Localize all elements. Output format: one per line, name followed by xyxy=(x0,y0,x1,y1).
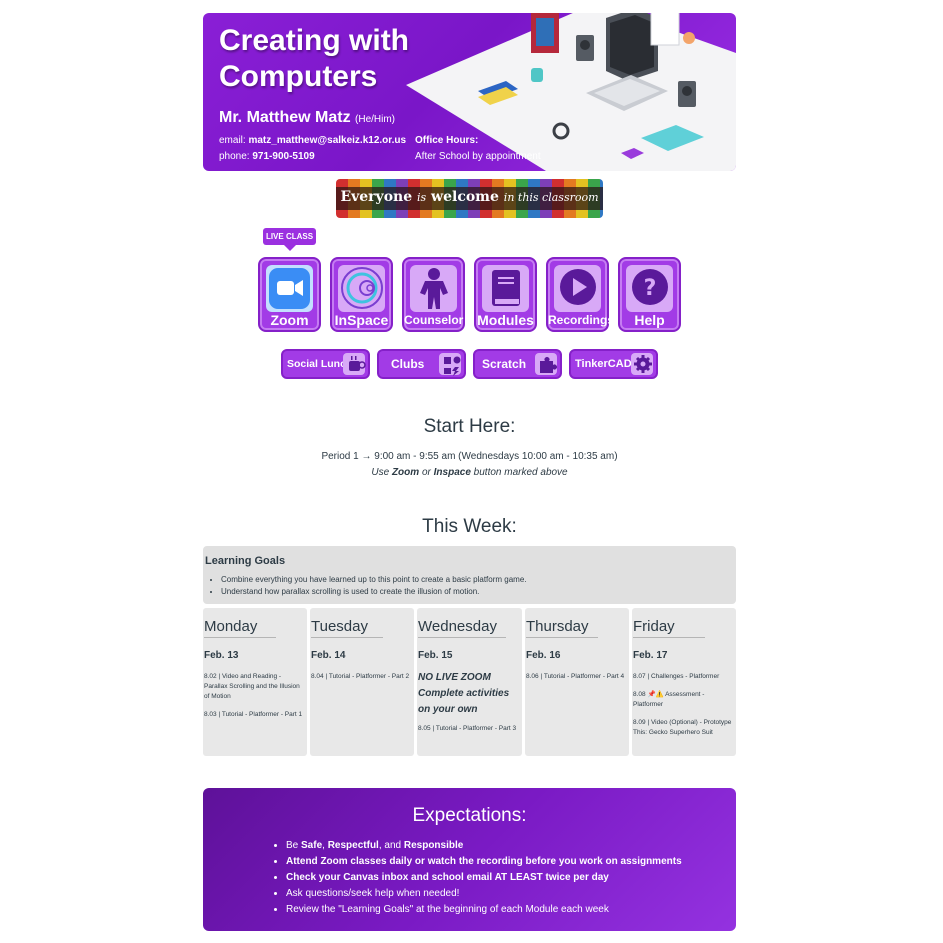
day-wednesday: Wednesday Feb. 15 NO LIVE ZOOM Complete … xyxy=(417,608,522,756)
day-date: Feb. 16 xyxy=(526,650,561,661)
welcome-word-welcome: welcome xyxy=(431,189,499,205)
day-date: Feb. 17 xyxy=(633,650,668,661)
welcome-word-everyone: Everyone xyxy=(340,189,413,205)
day-date: Feb. 14 xyxy=(311,650,346,661)
assignment-link[interactable]: 8.04 | Tutorial - Platformer - Part 2 xyxy=(311,672,410,682)
email-label: email: xyxy=(219,135,246,146)
day-tuesday: Tuesday Feb. 14 8.04 | Tutorial - Platfo… xyxy=(310,608,414,756)
expectations-box: Expectations: Be Safe, Respectful, and R… xyxy=(203,788,736,931)
scratch-button[interactable]: Scratch xyxy=(473,349,562,379)
contact-info: email: matz_matthew@salkeiz.k12.or.us ph… xyxy=(219,133,406,165)
svg-text:?: ? xyxy=(644,276,657,301)
use-prefix: Use xyxy=(371,467,390,478)
puzzle-heart-icon xyxy=(444,356,461,376)
puzzle-piece-icon xyxy=(540,357,557,373)
recordings-button[interactable]: Recordings xyxy=(546,257,615,332)
day-date: Feb. 15 xyxy=(418,650,453,661)
assignment-link[interactable]: 8.08 📌⚠️ Assessment - Platformer xyxy=(633,690,732,710)
start-instructions: Use Zoom or Inspace button marked above xyxy=(203,467,736,478)
no-live-zoom-note: NO LIVE ZOOM Complete activities on your… xyxy=(418,672,510,715)
use-suffix: button marked above xyxy=(473,467,568,478)
learning-goals-list: Combine everything you have learned up t… xyxy=(221,574,527,598)
live-class-tag: LIVE CLASS xyxy=(263,228,316,251)
expectations-list: Be Safe, Respectful, and Responsible Att… xyxy=(286,838,682,918)
assignment-link[interactable]: 8.06 | Tutorial - Platformer - Part 4 xyxy=(526,672,625,682)
expectation-item: Be Safe, Respectful, and Responsible xyxy=(286,838,682,854)
welcome-word-classroom: in this classroom xyxy=(503,191,599,204)
office-hours: Office Hours: After School by appointmen… xyxy=(415,133,541,165)
tinkercad-button[interactable]: TinkerCAD xyxy=(569,349,658,379)
teacher-name: Mr. Matthew Matz xyxy=(219,109,351,126)
learning-goal-item: Combine everything you have learned up t… xyxy=(221,574,527,586)
expectation-item: Check your Canvas inbox and school email… xyxy=(286,870,682,886)
counselor-button[interactable]: Counselor xyxy=(402,257,465,332)
help-label: Help xyxy=(634,312,665,328)
course-banner: Creating with Computers Mr. Matthew Matz… xyxy=(203,13,736,171)
expectations-heading: Expectations: xyxy=(412,805,527,826)
day-friday: Friday Feb. 17 8.07 | Challenges - Platf… xyxy=(632,608,736,756)
assignment-link[interactable]: 8.03 | Tutorial - Platformer - Part 1 xyxy=(204,710,303,720)
modules-button[interactable]: Modules xyxy=(474,257,537,332)
recordings-label: Recordings xyxy=(548,313,615,327)
social-lunch-button[interactable]: Social Lunch xyxy=(281,349,370,379)
learning-goal-item: Understand how parallax scrolling is use… xyxy=(221,586,527,598)
day-name: Thursday xyxy=(526,618,598,638)
welcome-text: Everyone is welcome in this classroom xyxy=(336,189,603,205)
day-thursday: Thursday Feb. 16 8.06 | Tutorial - Platf… xyxy=(525,608,629,756)
day-name: Tuesday xyxy=(311,618,383,638)
welcome-word-is: is xyxy=(417,191,427,204)
office-hours-label: Office Hours: xyxy=(415,135,479,146)
phone-label: phone: xyxy=(219,151,250,162)
email-link[interactable]: matz_matthew@salkeiz.k12.or.us xyxy=(248,135,406,146)
this-week-heading: This Week: xyxy=(422,516,517,537)
inspace-button[interactable]: InSpace xyxy=(330,257,393,332)
assignment-link[interactable]: 8.02 | Video and Reading - Parallax Scro… xyxy=(204,672,303,702)
expectation-item: Ask questions/seek help when needed! xyxy=(286,886,682,902)
day-name: Friday xyxy=(633,618,705,638)
course-title: Creating with Computers xyxy=(219,24,410,93)
expectation-item: Attend Zoom classes daily or watch the r… xyxy=(286,854,682,870)
day-name: Monday xyxy=(204,618,276,638)
coffee-cup-icon xyxy=(349,356,366,371)
start-here-heading: Start Here: xyxy=(423,416,516,437)
assignment-link[interactable]: 8.05 | Tutorial - Platformer - Part 3 xyxy=(418,724,518,734)
teacher-pronouns: (He/Him) xyxy=(355,114,396,125)
learning-goals-box: Learning Goals Combine everything you ha… xyxy=(203,546,736,604)
office-hours-value: After School by appointment xyxy=(415,151,541,162)
inspace-mention: Inspace xyxy=(433,467,471,478)
gear-icon xyxy=(634,355,652,373)
modules-label: Modules xyxy=(477,312,534,328)
inspace-label: InSpace xyxy=(334,312,389,328)
zoom-mention: Zoom xyxy=(391,467,420,478)
day-date: Feb. 13 xyxy=(204,650,239,661)
phone-number: 971-900-5109 xyxy=(252,151,315,162)
teacher-name-line: Mr. Matthew Matz (He/Him) xyxy=(219,109,395,127)
learning-goals-title: Learning Goals xyxy=(205,555,286,567)
counselor-label: Counselor xyxy=(404,313,464,327)
help-button[interactable]: ? Help xyxy=(618,257,681,332)
welcome-banner: Everyone is welcome in this classroom xyxy=(336,179,603,218)
day-monday: Monday Feb. 13 8.02 | Video and Reading … xyxy=(203,608,307,756)
assignment-link[interactable]: 8.09 | Video (Optional) - Prototype This… xyxy=(633,718,732,738)
assignment-link[interactable]: 8.07 | Challenges - Platformer xyxy=(633,672,732,682)
zoom-button[interactable]: Zoom xyxy=(258,257,321,332)
day-name: Wednesday xyxy=(418,618,506,638)
expectation-item: Review the "Learning Goals" at the begin… xyxy=(286,902,682,918)
or-word: or xyxy=(421,467,431,478)
period-schedule: Period 1 → 9:00 am - 9:55 am (Wednesdays… xyxy=(321,451,618,462)
zoom-label: Zoom xyxy=(270,312,309,328)
clubs-button[interactable]: Clubs xyxy=(377,349,466,379)
